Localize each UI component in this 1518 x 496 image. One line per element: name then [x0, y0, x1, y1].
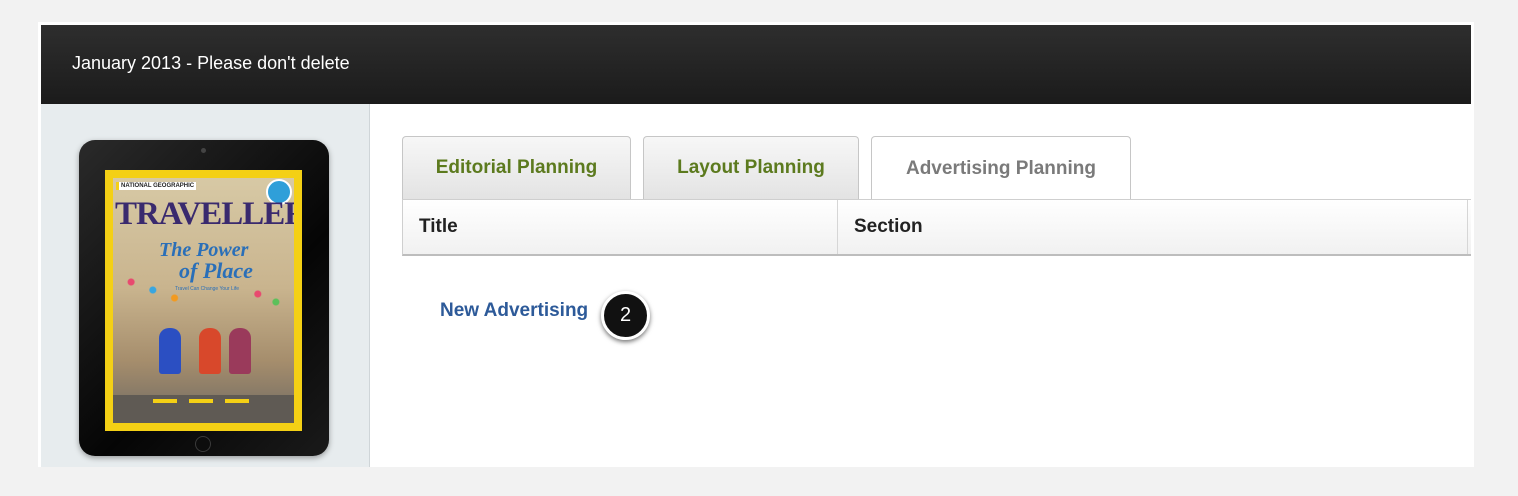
cover-brand: NATIONAL GEOGRAPHIC: [116, 182, 197, 190]
cover-photo: NATIONAL GEOGRAPHIC TRAVELLER The Power …: [113, 178, 294, 423]
cover-subheadline: Travel Can Change Your Life: [175, 286, 240, 292]
column-section[interactable]: Section: [838, 200, 1468, 254]
app-frame: January 2013 - Please don't delete NATIO…: [38, 22, 1474, 467]
tablet-camera-icon: [201, 148, 206, 153]
issue-cover-thumbnail: NATIONAL GEOGRAPHIC TRAVELLER The Power …: [79, 140, 329, 456]
cover-headline-2: of Place: [179, 258, 253, 283]
cover-masthead: TRAVELLER: [115, 196, 294, 232]
column-title[interactable]: Title: [403, 200, 838, 254]
magazine-cover: NATIONAL GEOGRAPHIC TRAVELLER The Power …: [105, 170, 302, 431]
cover-figure: [199, 328, 221, 374]
tab-editorial-planning[interactable]: Editorial Planning: [402, 136, 631, 199]
cover-figure: [159, 328, 181, 374]
tablet-home-button-icon: [195, 436, 211, 452]
cover-footer: [113, 395, 294, 423]
new-advertising-link[interactable]: New Advertising: [440, 300, 588, 322]
issue-sidebar: NATIONAL GEOGRAPHIC TRAVELLER The Power …: [41, 104, 370, 467]
tab-layout-planning[interactable]: Layout Planning: [643, 136, 859, 199]
cover-figure: [229, 328, 251, 374]
issue-title: January 2013 - Please don't delete: [72, 53, 350, 73]
planning-content: Editorial Planning Layout Planning Adver…: [370, 104, 1471, 467]
issue-header: January 2013 - Please don't delete: [41, 25, 1471, 104]
tab-advertising-planning[interactable]: Advertising Planning: [871, 136, 1131, 201]
cover-headline-1: The Power: [159, 239, 249, 261]
step-callout-badge: 2: [601, 291, 650, 340]
advertising-table-header: Title Section: [402, 199, 1471, 256]
